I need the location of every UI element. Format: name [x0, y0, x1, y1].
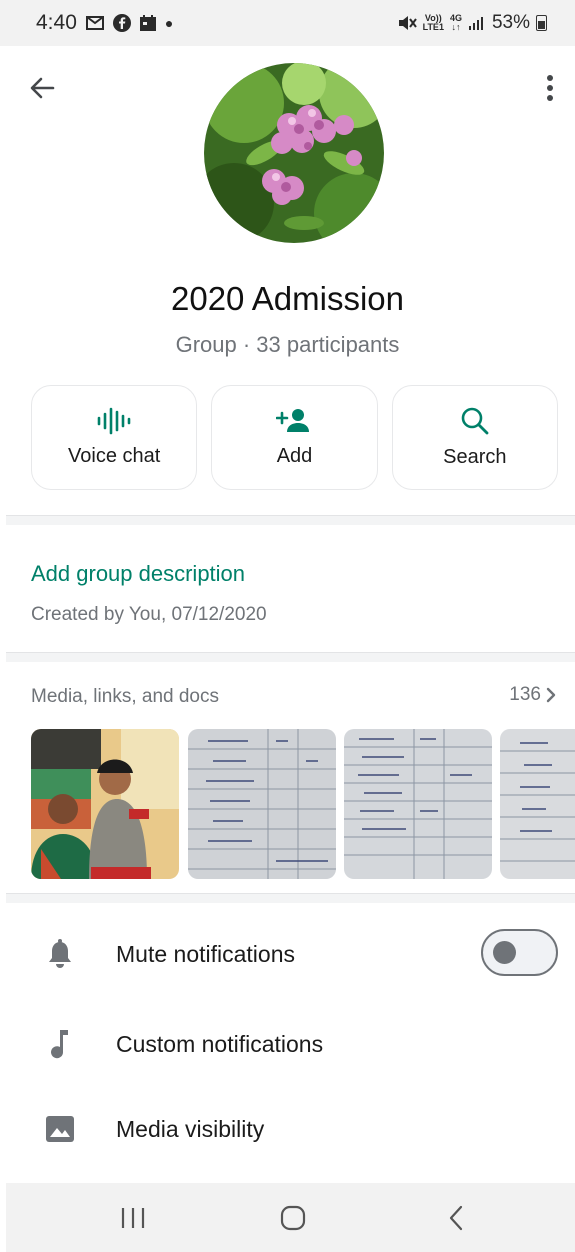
recent-apps-button[interactable]	[113, 1203, 153, 1233]
toggle-knob	[493, 941, 516, 964]
image-icon	[44, 1113, 76, 1145]
document-photo	[188, 729, 336, 879]
add-description-link[interactable]: Add group description	[31, 561, 245, 587]
people-photo	[31, 729, 179, 879]
back-button[interactable]	[24, 70, 60, 106]
created-info: Created by You, 07/12/2020	[31, 604, 267, 625]
recent-apps-icon	[121, 1208, 145, 1228]
battery-icon	[536, 15, 547, 31]
battery-percent: 53%	[491, 12, 530, 33]
notification-dot-icon: ●	[164, 15, 174, 31]
media-thumbnails	[31, 729, 575, 879]
system-nav-bar	[6, 1183, 575, 1252]
bell-icon	[44, 938, 76, 970]
more-options-button[interactable]	[532, 70, 568, 106]
media-visibility-row[interactable]: Media visibility	[0, 1099, 575, 1159]
media-count: 136	[509, 684, 541, 705]
document-photo	[344, 729, 492, 879]
section-divider	[6, 515, 575, 525]
gmail-icon	[85, 16, 104, 30]
voice-chat-button[interactable]: Voice chat	[31, 385, 198, 490]
signal-icon	[468, 17, 483, 30]
group-name[interactable]: 2020 Admission	[0, 280, 575, 318]
chevron-left-icon	[449, 1205, 463, 1231]
mute-toggle[interactable]	[481, 929, 558, 976]
add-label: Add	[276, 445, 313, 467]
media-thumbnail[interactable]	[188, 729, 336, 879]
music-note-icon	[44, 1028, 76, 1060]
status-time: 4:40	[36, 11, 77, 34]
more-vert-icon	[547, 75, 553, 101]
voice-chat-label: Voice chat	[68, 445, 161, 467]
system-back-button[interactable]	[436, 1203, 476, 1233]
group-subtitle: Group · 33 participants	[175, 332, 400, 357]
media-visibility-label: Media visibility	[116, 1115, 265, 1142]
section-divider	[6, 893, 575, 903]
data-bottom: ↓↑	[451, 22, 461, 32]
add-participant-button[interactable]: Add	[211, 385, 378, 490]
add-person-icon	[276, 409, 310, 432]
media-section-label[interactable]: Media, links, and docs	[31, 686, 219, 708]
search-icon	[461, 407, 489, 435]
home-icon	[280, 1205, 306, 1231]
chevron-right-icon	[546, 687, 556, 703]
calendar-icon	[139, 15, 156, 31]
volte-bottom: LTE1	[422, 22, 444, 32]
status-bar: 4:40 ● Vo)) LTE1 4G ↓↑ 53%	[0, 0, 575, 46]
media-thumbnail[interactable]	[344, 729, 492, 879]
data-indicator: 4G ↓↑	[450, 14, 462, 32]
media-thumbnail[interactable]	[500, 729, 575, 879]
arrow-back-icon	[30, 77, 55, 99]
mute-speaker-icon	[398, 16, 417, 30]
flower-photo	[204, 63, 384, 243]
group-avatar[interactable]	[204, 63, 384, 243]
home-button[interactable]	[273, 1203, 313, 1233]
facebook-icon	[112, 14, 131, 32]
search-label: Search	[443, 446, 507, 468]
media-count-button[interactable]: 136	[509, 684, 557, 706]
custom-notifications-row[interactable]: Custom notifications	[0, 1014, 575, 1074]
document-photo	[500, 729, 575, 879]
voice-wave-icon	[97, 407, 131, 435]
media-thumbnail[interactable]	[31, 729, 179, 879]
search-button[interactable]: Search	[391, 385, 558, 490]
custom-notifications-label: Custom notifications	[116, 1030, 324, 1057]
section-divider	[6, 652, 575, 662]
mute-notifications-label: Mute notifications	[116, 940, 295, 967]
action-buttons: Voice chat Add Search	[31, 385, 558, 490]
volte-indicator: Vo)) LTE1	[423, 14, 444, 32]
